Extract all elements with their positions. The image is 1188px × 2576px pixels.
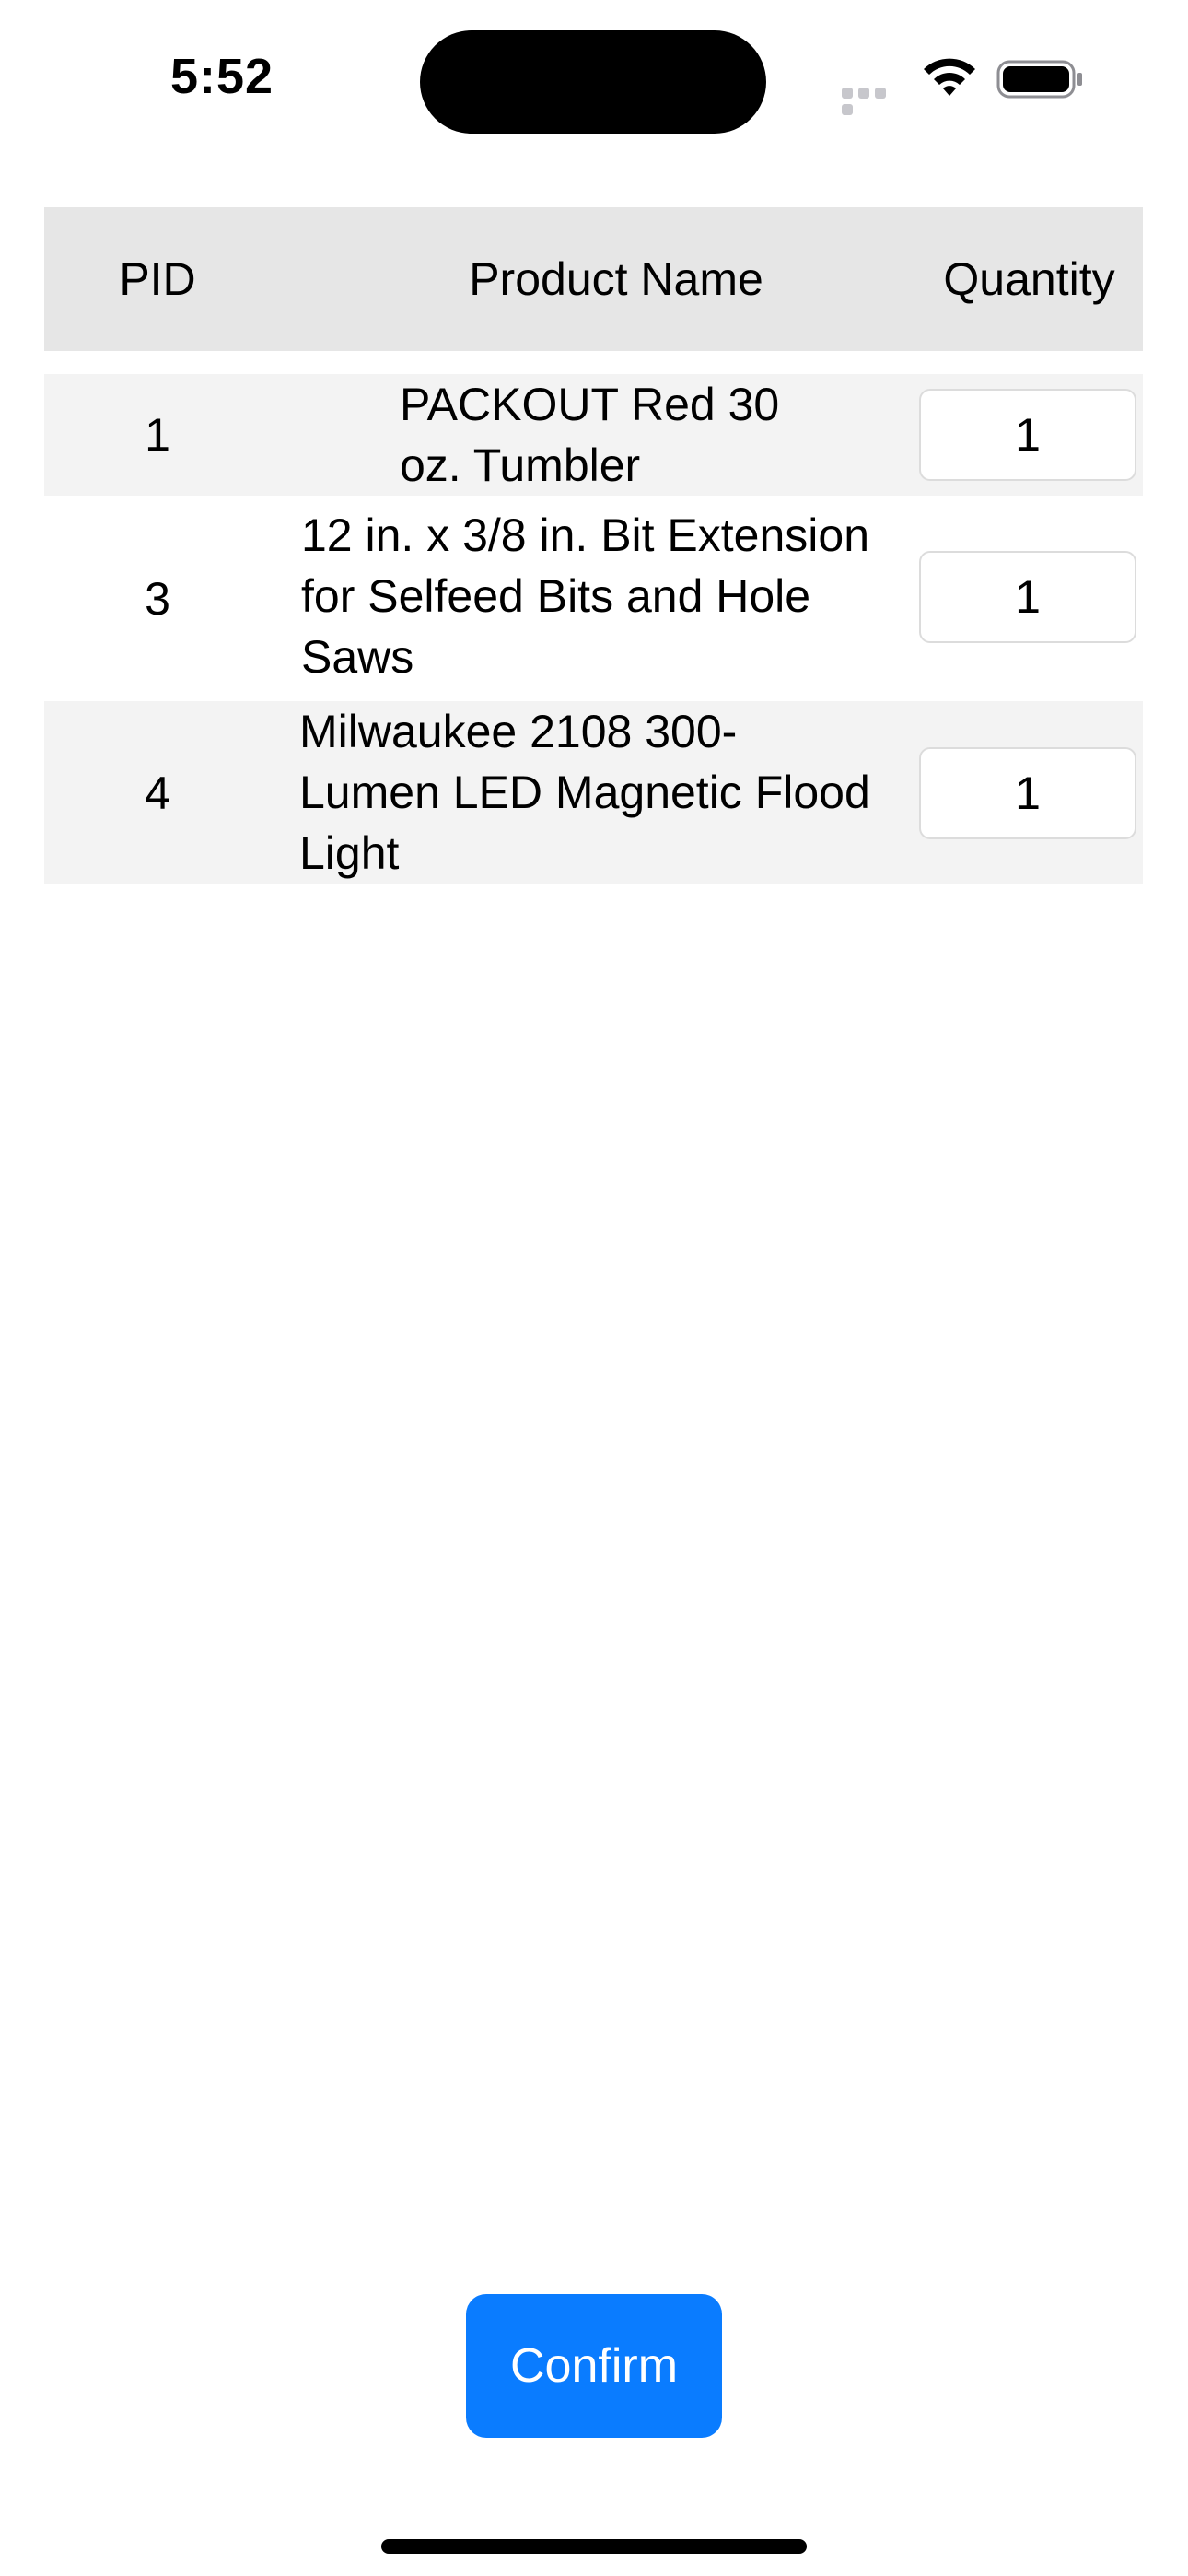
wifi-icon xyxy=(921,55,978,100)
cell-product-name: PACKOUT Red 30 oz. Tumbler xyxy=(400,379,780,491)
header-product-name: Product Name xyxy=(469,253,763,305)
status-time: 5:52 xyxy=(170,49,274,104)
status-bar: 5:52 xyxy=(0,0,1188,157)
table-row: 1 PACKOUT Red 30 oz. Tumbler xyxy=(44,374,1143,496)
header-pid: PID xyxy=(119,253,196,305)
cell-product-name: 12 in. x 3/8 in. Bit Extension for Selfe… xyxy=(301,509,870,683)
header-quantity: Quantity xyxy=(943,253,1115,305)
confirm-button[interactable]: Confirm xyxy=(466,2294,722,2438)
cell-product-name: Milwaukee 2108 300- Lumen LED Magnetic F… xyxy=(299,706,870,879)
cell-pid: 1 xyxy=(145,409,170,461)
table-header: PID Product Name Quantity xyxy=(44,207,1143,351)
product-table: PID Product Name Quantity 1 PACKOUT Red … xyxy=(44,207,1143,884)
table-row: 3 12 in. x 3/8 in. Bit Extension for Sel… xyxy=(44,496,1143,701)
battery-icon xyxy=(996,59,1085,100)
quantity-input[interactable] xyxy=(919,551,1136,643)
cell-pid: 3 xyxy=(145,572,170,625)
cell-pid: 4 xyxy=(145,767,170,819)
home-indicator[interactable] xyxy=(381,2539,807,2554)
signal-icon xyxy=(842,87,906,115)
quantity-input[interactable] xyxy=(919,747,1136,839)
dynamic-island xyxy=(420,30,766,134)
table-row: 4 Milwaukee 2108 300- Lumen LED Magnetic… xyxy=(44,701,1143,884)
quantity-input[interactable] xyxy=(919,389,1136,481)
